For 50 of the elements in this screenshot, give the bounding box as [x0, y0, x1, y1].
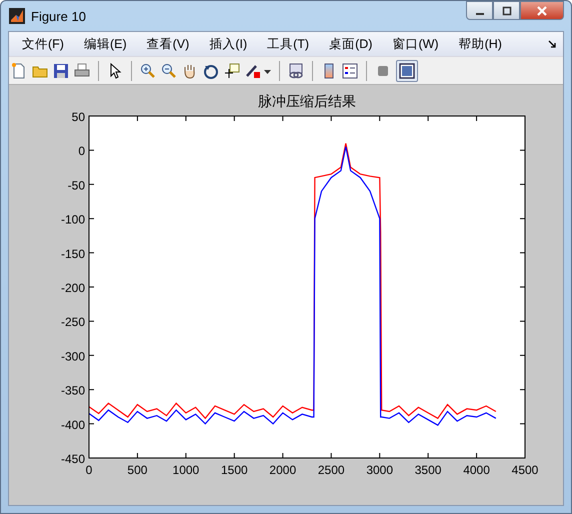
link-icon[interactable] — [288, 62, 304, 78]
y-tick-label: -200 — [60, 281, 85, 295]
x-tick-label: 4000 — [463, 463, 490, 477]
x-tick-label: 2500 — [318, 463, 345, 477]
y-tick-label: 50 — [72, 110, 85, 124]
close-icon — [536, 6, 548, 16]
data-cursor-icon[interactable] — [224, 62, 240, 78]
menu-item[interactable]: 插入(I) — [202, 36, 254, 52]
minimize-button[interactable] — [466, 1, 493, 20]
minimize-icon — [476, 12, 484, 14]
plot-tools-toggle[interactable] — [396, 60, 418, 82]
rotate-icon[interactable] — [203, 62, 219, 78]
x-tick-label: 0 — [86, 463, 92, 477]
y-tick-label: 0 — [78, 144, 85, 158]
menu-item[interactable]: 窗口(W) — [385, 36, 446, 52]
x-tick-label: 500 — [127, 463, 148, 477]
y-tick-label: -450 — [60, 452, 85, 466]
menu-item[interactable]: 帮助(H) — [452, 36, 509, 52]
x-tick-label: 1000 — [172, 463, 200, 477]
legend-icon[interactable] — [342, 62, 358, 78]
app-logo-icon — [9, 8, 25, 24]
save-icon[interactable] — [53, 62, 69, 78]
x-tick-label: 1500 — [220, 463, 248, 477]
window-title: Figure 10 — [31, 8, 86, 24]
x-tick-label: 3000 — [366, 463, 394, 477]
zoom-out-icon[interactable] — [161, 62, 177, 78]
zoom-in-icon[interactable] — [140, 62, 156, 78]
x-tick-label: 4500 — [512, 463, 538, 477]
new-file-icon[interactable] — [11, 62, 27, 78]
menu-item[interactable]: 桌面(D) — [322, 36, 380, 52]
close-button[interactable] — [520, 1, 564, 20]
maximize-button[interactable] — [493, 1, 520, 20]
menu-item[interactable]: 编辑(E) — [76, 36, 134, 52]
menu-item[interactable]: 文件(F) — [15, 36, 71, 52]
x-tick-label: 2000 — [269, 463, 296, 477]
y-tick-label: -300 — [60, 349, 85, 364]
maximize-icon — [500, 6, 512, 16]
dock-arrow-icon[interactable] — [547, 39, 557, 49]
menu-item[interactable]: 查看(V) — [140, 36, 196, 52]
chart-title: 脉冲压缩后结果 — [258, 94, 356, 110]
y-tick-label: -350 — [60, 384, 85, 398]
y-tick-label: -100 — [60, 212, 85, 227]
x-tick-label: 3500 — [414, 463, 442, 477]
y-tick-label: -400 — [60, 418, 85, 432]
brush-icon[interactable] — [245, 62, 261, 78]
menu-item[interactable]: 工具(T) — [260, 36, 316, 52]
y-tick-label: -150 — [60, 246, 85, 261]
y-tick-label: -250 — [60, 315, 85, 330]
y-tick-label: -50 — [68, 178, 85, 192]
printer-icon[interactable] — [74, 62, 90, 78]
